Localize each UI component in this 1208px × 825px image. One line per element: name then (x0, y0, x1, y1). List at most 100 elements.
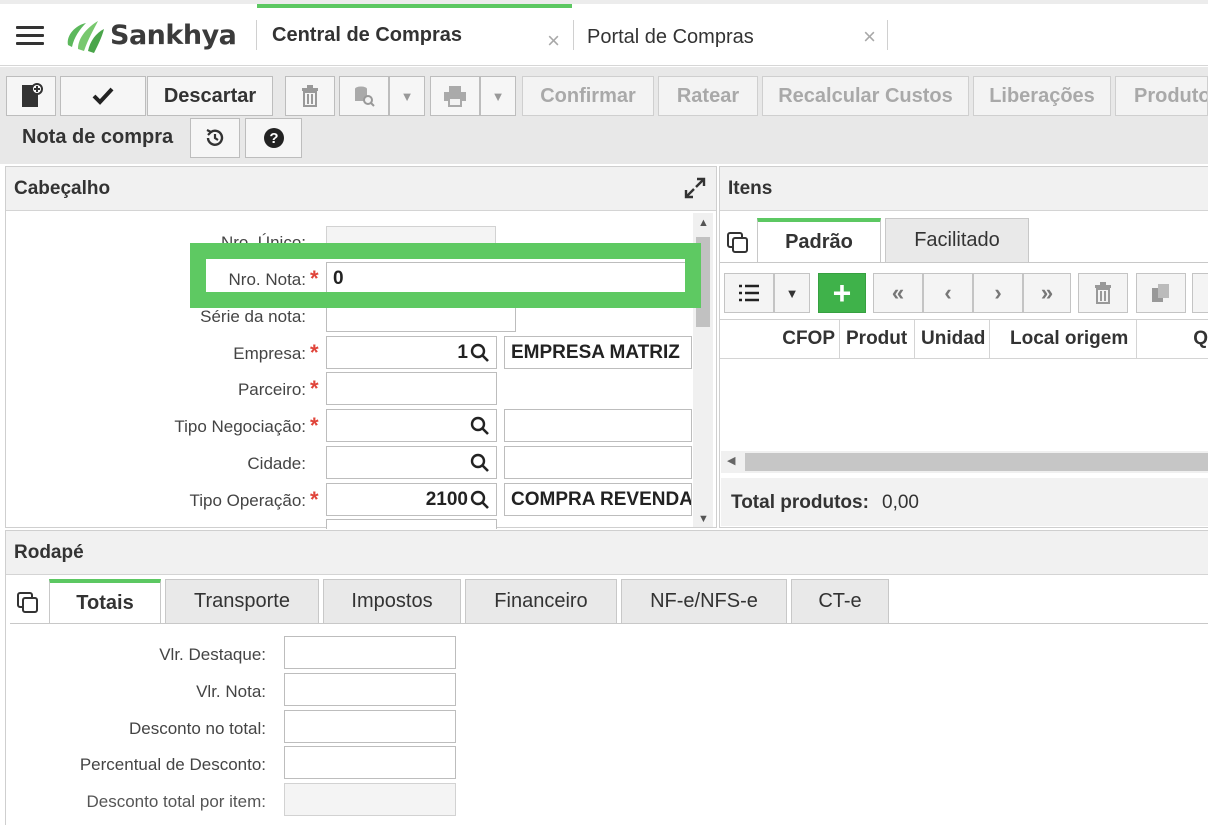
next-field-partial (326, 519, 497, 529)
column-header-local-origem[interactable]: Local origem (990, 320, 1137, 358)
tab-cte[interactable]: CT-e (791, 579, 889, 623)
close-icon[interactable]: × (547, 28, 560, 54)
scroll-up-icon[interactable]: ▲ (698, 217, 709, 229)
tipo-negociacao-code-field[interactable] (326, 409, 497, 442)
header-panel: Cabeçalho Nro. Único: Nro. Nota: * 0 Sér… (5, 166, 717, 529)
duplicate-item-button[interactable] (1136, 273, 1186, 313)
vlr-nota-field[interactable] (284, 673, 456, 706)
search-dropdown-button[interactable]: ▼ (389, 76, 425, 116)
required-mark: * (310, 487, 319, 512)
next-record-button[interactable]: › (973, 273, 1023, 313)
caret-down-icon: ▼ (785, 285, 799, 301)
tab-separator (887, 20, 888, 50)
previous-record-button[interactable]: ‹ (923, 273, 973, 313)
save-button[interactable] (60, 76, 146, 116)
list-view-dropdown[interactable]: ▼ (774, 273, 810, 313)
tipo-operacao-code: 2100 (425, 488, 468, 510)
cidade-code-field[interactable] (326, 446, 497, 479)
column-header-unidade[interactable]: Unidad (915, 320, 990, 358)
sankhya-logo-icon (67, 21, 104, 53)
scroll-left-icon[interactable]: ◀ (727, 454, 735, 467)
serie-field[interactable] (326, 299, 516, 332)
close-icon[interactable]: × (863, 24, 876, 50)
search-records-button[interactable] (339, 76, 389, 116)
discard-button[interactable]: Descartar (147, 76, 273, 116)
vlr-nota-label: Vlr. Nota: (196, 682, 266, 701)
nro-unico-field (326, 226, 496, 259)
panel-title: Itens (720, 167, 1208, 211)
parceiro-field[interactable] (326, 372, 497, 405)
nro-nota-field[interactable]: 0 (326, 262, 686, 295)
trash-icon (1095, 282, 1111, 304)
search-icon[interactable] (470, 453, 490, 473)
panel-title: Cabeçalho (6, 167, 716, 211)
scroll-thumb[interactable] (696, 237, 710, 327)
printer-icon (444, 86, 466, 107)
tab-label: Portal de Compras (587, 25, 754, 48)
tab-facilitado[interactable]: Facilitado (885, 218, 1029, 262)
ratear-button[interactable]: Ratear (658, 76, 758, 116)
tab-central-de-compras[interactable]: Central de Compras × (257, 4, 572, 62)
confirm-button[interactable]: Confirmar (522, 76, 654, 116)
tab-transporte[interactable]: Transporte (165, 579, 319, 623)
header-scrollbar[interactable]: ▲ ▼ (693, 213, 713, 527)
scroll-down-icon[interactable]: ▼ (698, 513, 709, 525)
required-mark: * (310, 413, 319, 438)
check-icon (92, 87, 114, 105)
search-icon[interactable] (470, 416, 490, 436)
new-button[interactable] (6, 76, 56, 116)
help-button[interactable]: ? (245, 118, 302, 158)
panel-title: Rodapé (6, 531, 1208, 575)
tab-portal-de-compras[interactable]: Portal de Compras × (574, 8, 888, 66)
column-header-produto[interactable]: Produt (840, 320, 915, 358)
required-mark: * (310, 266, 319, 291)
recalculate-costs-button[interactable]: Recalcular Custos (762, 76, 969, 116)
copy-icon[interactable] (726, 231, 750, 255)
first-record-button[interactable]: « (873, 273, 923, 313)
scroll-thumb[interactable] (745, 453, 1208, 471)
expand-icon[interactable] (684, 177, 706, 199)
empresa-desc-field[interactable]: EMPRESA MATRIZ (504, 336, 692, 369)
desconto-total-field[interactable] (284, 710, 456, 743)
tipo-negociacao-desc-field[interactable] (504, 409, 692, 442)
percentual-desconto-field[interactable] (284, 746, 456, 779)
empresa-code-field[interactable]: 1 (326, 336, 497, 369)
tab-totais[interactable]: Totais (49, 579, 161, 623)
last-record-button[interactable]: » (1023, 273, 1071, 313)
menu-icon[interactable] (16, 26, 44, 46)
delete-item-button[interactable] (1078, 273, 1128, 313)
tipo-operacao-code-field[interactable]: 2100 (326, 483, 497, 516)
search-icon[interactable] (470, 343, 490, 363)
toolbar: Descartar ▼ ▼ Confirmar Ratear Recalcula… (0, 67, 1208, 164)
print-dropdown-button[interactable]: ▼ (480, 76, 516, 116)
items-horizontal-scrollbar[interactable]: ◀ (721, 451, 1208, 473)
double-chevron-left-icon: « (891, 280, 905, 305)
search-icon[interactable] (470, 490, 490, 510)
tab-financeiro[interactable]: Financeiro (465, 579, 617, 623)
total-produtos-value: 0,00 (882, 492, 919, 513)
tipo-negociacao-label: Tipo Negociação: (174, 417, 306, 436)
tipo-operacao-desc-field[interactable]: COMPRA REVENDA (504, 483, 692, 516)
vlr-destaque-field[interactable] (284, 636, 456, 669)
more-button[interactable] (1192, 273, 1208, 313)
produtos-button[interactable]: Produtos (1115, 76, 1208, 116)
column-header-quantidade[interactable]: Q (1137, 320, 1208, 358)
tab-impostos[interactable]: Impostos (323, 579, 461, 623)
history-button[interactable] (190, 118, 240, 158)
column-header-cfop[interactable]: CFOP (721, 320, 840, 358)
print-button[interactable] (430, 76, 480, 116)
tab-padrao[interactable]: Padrão (757, 218, 881, 262)
tab-nfe-nfse[interactable]: NF-e/NFS-e (621, 579, 787, 623)
cidade-desc-field[interactable] (504, 446, 692, 479)
help-icon: ? (263, 128, 284, 148)
caret-down-icon: ▼ (491, 88, 505, 104)
grid-header-divider (720, 358, 1208, 359)
delete-button[interactable] (285, 76, 335, 116)
copy-icon[interactable] (16, 591, 40, 615)
empresa-code: 1 (457, 341, 468, 363)
list-view-button[interactable] (724, 273, 774, 313)
liberacoes-button[interactable]: Liberações (973, 76, 1111, 116)
logo: Sankhya (62, 14, 237, 56)
add-item-button[interactable]: + (818, 273, 866, 313)
section-label: Nota de compra (22, 126, 174, 148)
